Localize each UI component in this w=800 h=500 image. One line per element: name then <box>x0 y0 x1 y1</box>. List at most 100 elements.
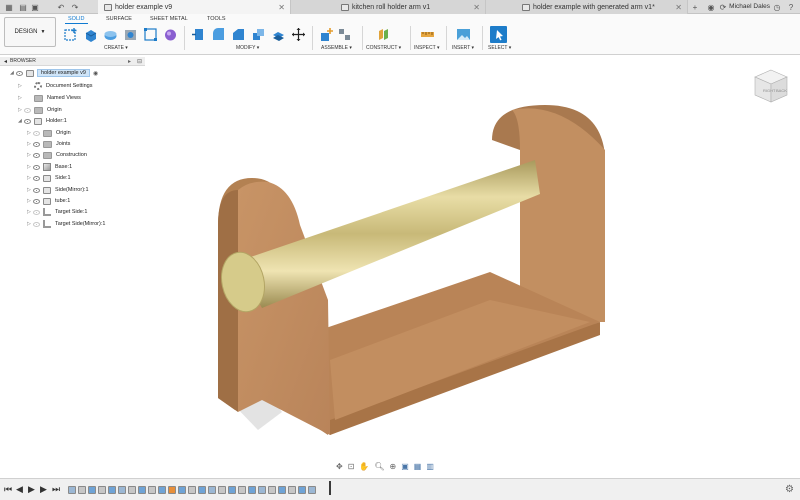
tree-item-side-mirror[interactable]: ▷ Side(Mirror):1 <box>27 185 89 195</box>
timeline-feature[interactable] <box>178 486 186 494</box>
pin-icon[interactable]: ▸ <box>128 58 131 65</box>
timeline-feature[interactable] <box>78 486 86 494</box>
visibility-eye-icon[interactable] <box>33 198 40 204</box>
timeline-feature[interactable] <box>148 486 156 494</box>
redo-icon[interactable]: ↷ <box>70 2 80 12</box>
gear-icon[interactable]: ⚙ <box>785 484 794 495</box>
tree-item-target-side-mirror[interactable]: ▷ Target Side(Mirror):1 <box>27 219 105 229</box>
help-icon[interactable]: ? <box>786 2 796 12</box>
combine-icon[interactable] <box>270 26 287 43</box>
chamfer-icon[interactable] <box>230 26 247 43</box>
extrude-icon[interactable] <box>82 26 99 43</box>
tree-item-construction[interactable]: ▷ Construction <box>27 150 87 160</box>
visibility-eye-icon[interactable] <box>24 107 31 113</box>
fillet-icon[interactable] <box>210 26 227 43</box>
tab-tools[interactable]: TOOLS <box>207 16 226 22</box>
close-icon[interactable]: ⊟ <box>137 58 142 65</box>
grid-settings-icon[interactable]: ▦ <box>414 462 422 471</box>
timeline-feature[interactable] <box>208 486 216 494</box>
select-menu[interactable]: SELECT ▾ <box>488 45 511 51</box>
timeline-marker[interactable] <box>329 481 331 495</box>
viewcube-right-label[interactable]: RIGHT <box>763 88 776 93</box>
inspect-menu[interactable]: INSPECT ▾ <box>414 45 440 51</box>
tree-item-base[interactable]: ▷ Base:1 <box>27 162 72 172</box>
visibility-eye-icon[interactable] <box>33 164 40 170</box>
tree-item-side[interactable]: ▷ Side:1 <box>27 173 71 183</box>
tab-sheet-metal[interactable]: SHEET METAL <box>150 16 188 22</box>
timeline-feature[interactable] <box>238 486 246 494</box>
new-component-icon[interactable] <box>62 26 79 43</box>
play-icon[interactable]: ▶ <box>28 484 35 495</box>
timeline-feature[interactable] <box>288 486 296 494</box>
timeline-feature[interactable] <box>128 486 136 494</box>
viewcube[interactable]: RIGHT BACK <box>752 68 790 106</box>
job-status-icon[interactable]: ⟳ <box>718 2 728 12</box>
go-to-start-icon[interactable]: ⏮ <box>4 484 12 495</box>
timeline-feature[interactable] <box>268 486 276 494</box>
step-back-icon[interactable]: ◀ <box>16 484 23 495</box>
tree-item-tube[interactable]: ▷ tube:1 <box>27 196 70 206</box>
zoom-icon[interactable]: 🔍︎ <box>374 462 384 471</box>
timeline-feature[interactable] <box>118 486 126 494</box>
visibility-eye-icon[interactable] <box>33 221 40 227</box>
model-viewport[interactable] <box>190 100 630 440</box>
tab-surface[interactable]: SURFACE <box>106 16 132 22</box>
workspace-switcher[interactable]: DESIGN ▼ <box>4 17 56 47</box>
undo-icon[interactable]: ↶ <box>56 2 66 12</box>
expand-arrow-icon[interactable]: ▷ <box>18 95 24 101</box>
tree-item-root[interactable]: ◢ holder example v9 ◉ <box>10 68 98 78</box>
tree-item-document-settings[interactable]: ▷ Document Settings <box>18 81 92 91</box>
timeline-feature[interactable] <box>98 486 106 494</box>
fit-icon[interactable]: ⊕ <box>390 462 397 471</box>
loft-icon[interactable] <box>142 26 159 43</box>
tab-solid[interactable]: SOLID <box>65 16 87 24</box>
tree-item-target-side[interactable]: ▷ Target Side:1 <box>27 207 87 217</box>
timeline-feature[interactable] <box>188 486 196 494</box>
timeline-feature[interactable] <box>308 486 316 494</box>
timeline-feature[interactable] <box>248 486 256 494</box>
tree-item-joints[interactable]: ▷ Joints <box>27 139 70 149</box>
timeline-feature[interactable] <box>168 486 176 494</box>
expand-arrow-icon[interactable]: ▷ <box>18 83 24 89</box>
display-settings-icon[interactable]: ▣ <box>401 462 409 471</box>
insert-image-icon[interactable] <box>455 26 472 43</box>
measure-icon[interactable] <box>419 26 436 43</box>
modify-menu[interactable]: MODIFY ▾ <box>236 45 259 51</box>
sweep-icon[interactable] <box>122 26 139 43</box>
joint-icon[interactable] <box>336 26 353 43</box>
insert-menu[interactable]: INSERT ▾ <box>452 45 474 51</box>
timeline-feature[interactable] <box>68 486 76 494</box>
create-menu[interactable]: CREATE ▾ <box>104 45 128 51</box>
look-at-icon[interactable]: ⊡ <box>348 462 355 471</box>
form-icon[interactable] <box>162 26 179 43</box>
visibility-eye-icon[interactable] <box>33 187 40 193</box>
file-icon[interactable]: ▤ <box>18 2 28 12</box>
visibility-eye-icon[interactable] <box>33 209 40 215</box>
tab-generated-arm[interactable]: holder example with generated arm v1* ✕ <box>486 0 688 14</box>
go-to-end-icon[interactable]: ⏭ <box>52 484 60 495</box>
revolve-icon[interactable] <box>102 26 119 43</box>
visibility-eye-icon[interactable] <box>33 175 40 181</box>
visibility-eye-icon[interactable] <box>33 130 40 136</box>
timeline-feature[interactable] <box>108 486 116 494</box>
extensions-icon[interactable]: ◉ <box>706 2 716 12</box>
tree-item-named-views[interactable]: ▷ Named Views <box>18 93 81 103</box>
user-name[interactable]: Michael Dales <box>729 3 770 10</box>
close-icon[interactable]: ✕ <box>473 3 480 12</box>
visibility-eye-icon[interactable] <box>33 141 40 147</box>
timeline-feature[interactable] <box>278 486 286 494</box>
tab-holder-example[interactable]: holder example v9 ✕ <box>98 0 291 14</box>
assemble-menu[interactable]: ASSEMBLE ▾ <box>321 45 352 51</box>
timeline-feature[interactable] <box>258 486 266 494</box>
step-forward-icon[interactable]: ▶ <box>40 484 47 495</box>
radio-icon[interactable]: ◉ <box>93 70 98 77</box>
visibility-eye-icon[interactable] <box>24 118 31 124</box>
tab-kitchen-roll[interactable]: kitchen roll holder arm v1 ✕ <box>291 0 486 14</box>
timeline-feature[interactable] <box>88 486 96 494</box>
visibility-eye-icon[interactable] <box>33 152 40 158</box>
visibility-eye-icon[interactable] <box>16 70 23 76</box>
close-icon[interactable]: ✕ <box>675 3 682 12</box>
timeline-feature[interactable] <box>158 486 166 494</box>
press-pull-icon[interactable] <box>190 26 207 43</box>
timeline-feature[interactable] <box>298 486 306 494</box>
